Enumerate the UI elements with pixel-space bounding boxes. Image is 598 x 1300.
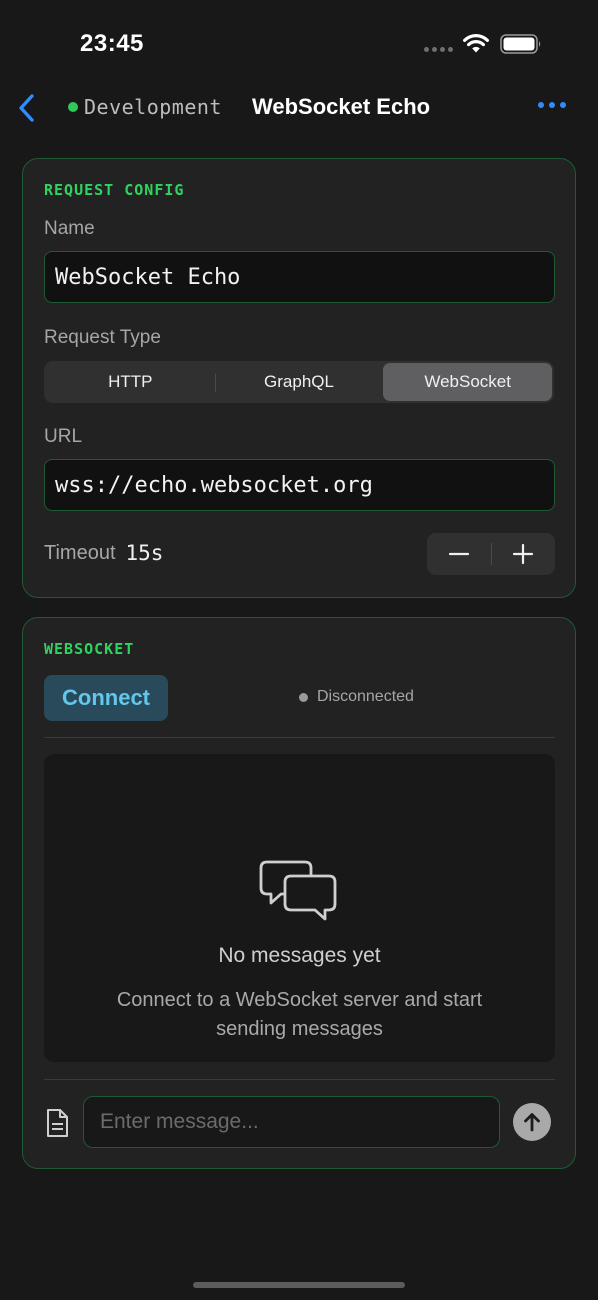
divider [44,1079,555,1080]
chevron-left-icon[interactable] [14,92,40,124]
timeout-decrement-button[interactable] [427,533,491,575]
request-type-graphql[interactable]: GraphQL [214,363,384,401]
environment-indicator[interactable]: Development [68,95,222,119]
page-title: WebSocket Echo [252,94,431,119]
url-input[interactable]: wss://echo.websocket.org [44,459,555,511]
timeout-row: Timeout 15s [44,541,163,565]
send-button[interactable] [513,1103,551,1141]
timeout-increment-button[interactable] [492,533,556,575]
chat-bubbles-icon [259,860,337,921]
name-field-label: Name [44,218,95,239]
request-type-segmented-control: HTTP GraphQL WebSocket [44,361,554,403]
messages-panel: No messages yet Connect to a WebSocket s… [44,754,555,1062]
signal-dots-icon [424,47,453,52]
connection-status-dot [299,692,308,702]
nav-bar: Development WebSocket Echo [0,80,598,136]
request-type-websocket[interactable]: WebSocket [383,363,553,401]
ellipsis-icon[interactable] [538,102,566,108]
status-bar: 23:45 [0,0,598,80]
request-type-http[interactable]: HTTP [46,363,215,401]
connect-button[interactable]: Connect [44,675,168,721]
environment-label: Development [84,95,222,119]
minus-icon [448,552,469,556]
websocket-section-label: WEBSOCKET [44,640,135,658]
message-input[interactable] [83,1096,500,1148]
request-config-section-label: REQUEST CONFIG [44,181,185,199]
wifi-icon [463,34,489,53]
divider [44,737,555,738]
battery-icon [500,34,541,54]
websocket-card: WEBSOCKET Connect Disconnected No messag… [22,617,576,1169]
empty-state-title: No messages yet [218,944,381,967]
connection-status: Disconnected [299,688,414,706]
connection-status-label: Disconnected [317,688,414,705]
name-input[interactable]: WebSocket Echo [44,251,555,303]
timeout-value: 15s [125,541,164,565]
plus-icon [513,543,534,565]
timeout-stepper [427,533,555,575]
send-arrow-icon [524,1113,540,1132]
request-config-card: REQUEST CONFIG Name WebSocket Echo Reque… [22,158,576,598]
timeout-label: Timeout [44,541,116,564]
url-field-label: URL [44,426,83,447]
empty-state-subtitle: Connect to a WebSocket server and start … [116,989,483,1040]
home-indicator [193,1282,405,1288]
status-time: 23:45 [80,30,144,57]
document-icon[interactable] [45,1108,69,1138]
request-type-label: Request Type [44,327,161,348]
environment-status-dot [68,102,78,112]
